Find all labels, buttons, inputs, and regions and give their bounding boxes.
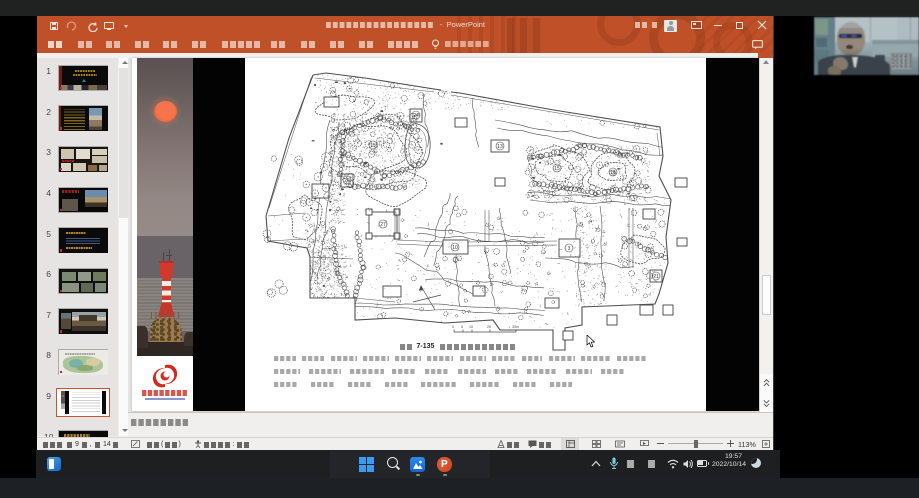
- svg-text:21: 21: [653, 274, 659, 280]
- svg-text:13: 13: [497, 144, 503, 150]
- svg-text:15: 15: [370, 143, 376, 149]
- svg-text:0: 0: [452, 325, 454, 329]
- svg-text:3: 3: [568, 246, 571, 252]
- svg-text:15: 15: [554, 166, 560, 172]
- svg-text:10: 10: [469, 325, 473, 329]
- svg-text:27: 27: [380, 222, 386, 228]
- svg-text:5: 5: [461, 325, 463, 329]
- svg-text:20: 20: [487, 325, 491, 329]
- svg-text:10: 10: [452, 245, 458, 251]
- svg-text:30m: 30m: [512, 325, 519, 329]
